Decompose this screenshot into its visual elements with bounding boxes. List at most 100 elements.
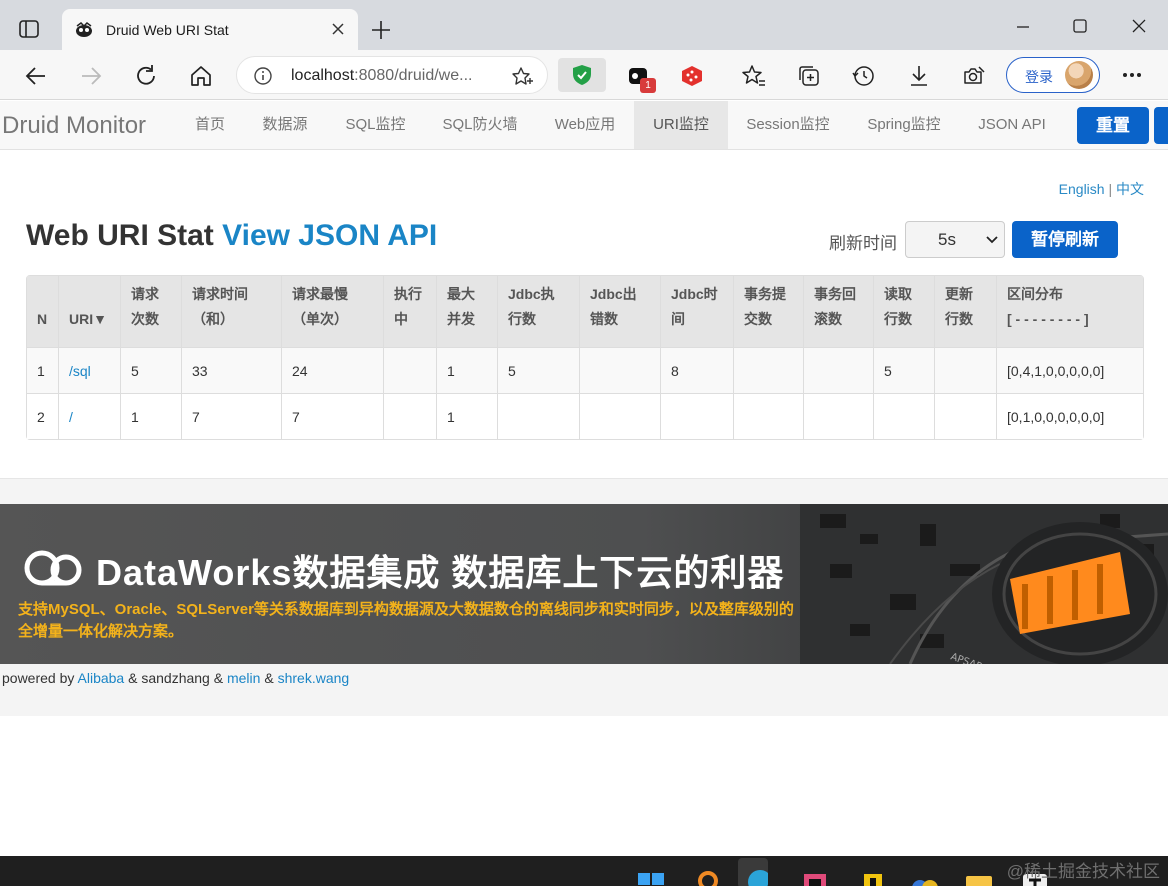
cell: 7 xyxy=(182,393,282,439)
screenshot-icon[interactable] xyxy=(961,63,987,89)
uri-link[interactable]: / xyxy=(69,409,73,425)
downloads-icon[interactable] xyxy=(906,63,932,89)
col-rows-updated[interactable]: 更新 行数 xyxy=(935,276,997,347)
table-header-row: N URI▼ 请求 次数 请求时间 （和） 请求最慢 （单次） 执行中 最大 并发 Jd… xyxy=(27,276,1143,347)
extension-badge: 1 xyxy=(640,78,656,93)
lang-english-link[interactable]: English xyxy=(1059,181,1105,197)
nav-item-session-monitor[interactable]: Session监控 xyxy=(734,101,842,149)
nav-item-datasource[interactable]: 数据源 xyxy=(250,101,320,149)
nav-item-json-api[interactable]: JSON API xyxy=(966,101,1058,149)
cell: 1 xyxy=(27,347,59,393)
col-request-count[interactable]: 请求 次数 xyxy=(121,276,182,347)
refresh-icon[interactable] xyxy=(133,63,159,89)
dataworks-ad-banner[interactable]: DataWorks数据集成 数据库上下云的利器 支持MySQL、Oracle、S… xyxy=(0,504,1168,664)
minimize-icon[interactable] xyxy=(1014,18,1032,36)
nav-item-sql-firewall[interactable]: SQL防火墙 xyxy=(430,101,530,149)
alibaba-link[interactable]: Alibaba xyxy=(78,670,125,686)
cell: 1 xyxy=(121,393,182,439)
dice-extension-icon[interactable] xyxy=(679,63,705,89)
nav-item-sql-monitor[interactable]: SQL监控 xyxy=(333,101,418,149)
add-favorite-icon[interactable] xyxy=(511,66,533,88)
cell xyxy=(734,347,804,393)
uri-stat-table: N URI▼ 请求 次数 请求时间 （和） 请求最慢 （单次） 执行中 最大 并发 Jd… xyxy=(26,275,1144,440)
col-request-time-sum[interactable]: 请求时间 （和） xyxy=(182,276,282,347)
forward-arrow-icon[interactable] xyxy=(78,63,104,89)
cell: 33 xyxy=(182,347,282,393)
col-max-concurrent[interactable]: 最大 并发 xyxy=(437,276,498,347)
windows-start-icon[interactable] xyxy=(636,868,666,886)
cell: 8 xyxy=(661,347,734,393)
nav-item-home[interactable]: 首页 xyxy=(180,101,240,149)
ampersand: & xyxy=(213,670,224,686)
cell: 7 xyxy=(282,393,384,439)
cell xyxy=(804,393,874,439)
footer-spacer xyxy=(0,478,1168,504)
col-running[interactable]: 执行中 xyxy=(384,276,437,347)
view-json-api-link[interactable]: View JSON API xyxy=(222,219,437,252)
collections-icon[interactable] xyxy=(796,63,822,89)
col-jdbc-time[interactable]: Jdbc时间 xyxy=(661,276,734,347)
maximize-icon[interactable] xyxy=(1071,17,1089,35)
more-options-icon[interactable] xyxy=(1122,72,1142,78)
nav-item-web-app[interactable]: Web应用 xyxy=(542,101,628,149)
cell xyxy=(580,393,661,439)
col-request-time-max[interactable]: 请求最慢 （单次） xyxy=(282,276,384,347)
cell xyxy=(580,347,661,393)
lang-chinese-link[interactable]: 中文 xyxy=(1116,181,1144,197)
col-tx-commit[interactable]: 事务提 交数 xyxy=(734,276,804,347)
col-n[interactable]: N xyxy=(27,276,59,347)
col-histogram[interactable]: 区间分布[ - - - - - - - - ] xyxy=(997,276,1143,347)
cell xyxy=(498,393,580,439)
lang-separator: | xyxy=(1108,181,1113,197)
file-explorer-icon[interactable] xyxy=(964,868,994,886)
app-icon[interactable] xyxy=(910,868,940,886)
table-row: 2 / 1 7 7 1 [0,1,0,0,0,0,0,0] xyxy=(27,393,1143,439)
melin-link[interactable]: melin xyxy=(227,670,260,686)
nav-item-spring-monitor[interactable]: Spring监控 xyxy=(856,101,952,149)
brand-title[interactable]: Druid Monitor xyxy=(2,112,146,140)
tab-actions-icon[interactable] xyxy=(18,18,40,40)
col-jdbc-error[interactable]: Jdbc出 错数 xyxy=(580,276,661,347)
address-bar[interactable]: localhost:8080/druid/we... xyxy=(236,56,548,94)
nav-item-uri-monitor[interactable]: URI监控 xyxy=(634,101,728,149)
cell xyxy=(384,347,437,393)
edge-browser-icon[interactable] xyxy=(738,858,768,886)
col-jdbc-exec[interactable]: Jdbc执 行数 xyxy=(498,276,580,347)
reset-button[interactable]: 重置 xyxy=(1077,107,1149,144)
banner-subtitle: 支持MySQL、Oracle、SQLServer等关系数据库到异构数据源及大数据… xyxy=(18,601,794,640)
cell xyxy=(661,393,734,439)
col-tx-rollback[interactable]: 事务回 滚数 xyxy=(804,276,874,347)
col-uri[interactable]: URI▼ xyxy=(59,276,121,347)
pause-refresh-button[interactable]: 暂停刷新 xyxy=(1012,221,1118,258)
favorites-icon[interactable] xyxy=(741,63,767,89)
close-tab-icon[interactable] xyxy=(330,21,346,37)
jetbrains-ide-icon[interactable] xyxy=(800,868,830,886)
new-tab-icon[interactable] xyxy=(370,19,392,41)
page-title: Web URI Stat View JSON API xyxy=(26,219,437,253)
login-button[interactable]: 登录 xyxy=(1006,57,1100,93)
site-info-icon[interactable] xyxy=(253,66,273,86)
history-icon[interactable] xyxy=(851,63,877,89)
url-host: localhost xyxy=(291,67,355,84)
search-icon[interactable] xyxy=(694,868,724,886)
shield-check-icon xyxy=(573,65,591,85)
ampersand: & xyxy=(128,670,138,686)
chevron-down-icon xyxy=(986,236,998,244)
cut-off-nav-button[interactable] xyxy=(1154,107,1168,144)
dev-tool-icon[interactable] xyxy=(858,868,888,886)
cell xyxy=(384,393,437,439)
url-text: localhost:8080/druid/we... xyxy=(291,67,472,85)
watermark-text: @稀土掘金技术社区 xyxy=(1006,862,1160,881)
extension-shield[interactable] xyxy=(558,58,606,92)
uri-link[interactable]: /sql xyxy=(69,363,91,379)
refresh-interval-select[interactable]: 5s xyxy=(905,221,1005,258)
col-rows-read[interactable]: 读取 行数 xyxy=(874,276,935,347)
back-arrow-icon[interactable] xyxy=(23,63,49,89)
window-close-icon[interactable] xyxy=(1130,17,1148,35)
shrek-wang-link[interactable]: shrek.wang xyxy=(278,670,350,686)
browser-toolbar: localhost:8080/druid/we... 1 登录 xyxy=(0,50,1168,100)
active-browser-tab[interactable]: Druid Web URI Stat xyxy=(62,9,358,50)
cell: [0,1,0,0,0,0,0,0] xyxy=(997,393,1143,439)
home-icon[interactable] xyxy=(188,63,214,89)
avatar xyxy=(1065,61,1093,89)
